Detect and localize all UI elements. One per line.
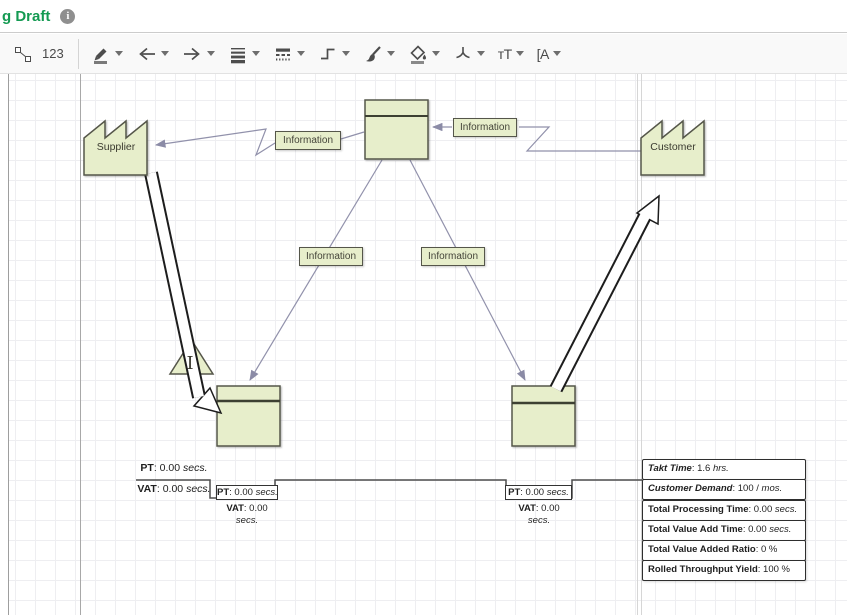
summary-row-total-value-add-time[interactable]: Total Value Add Time: 0.00 secs. <box>642 520 806 541</box>
chevron-down-icon <box>432 51 440 56</box>
chevron-down-icon <box>477 51 485 56</box>
timeline-vat-2: VAT: 0.00 secs. <box>206 503 288 527</box>
paint-bucket-icon <box>408 44 428 64</box>
line-width-icon <box>228 44 248 64</box>
style-brush-button[interactable] <box>363 44 395 64</box>
waypoints-button[interactable] <box>13 44 33 64</box>
info-edge-from-customer[interactable] <box>519 127 641 151</box>
timeline-pt-1: PT: 0.00 secs. <box>132 462 216 474</box>
arrow-start-button[interactable] <box>136 44 169 64</box>
summary-row-rolled-throughput-yield[interactable]: Rolled Throughput Yield: 100 % <box>642 560 806 581</box>
information-label-2[interactable]: Information <box>453 118 517 137</box>
line-color-button[interactable] <box>91 44 123 64</box>
elbow-connector-icon <box>318 44 338 64</box>
line-jump-icon <box>453 44 473 64</box>
diagram-canvas[interactable]: I Supplier Customer Information Informat… <box>0 74 847 615</box>
waypoints-icon <box>13 44 33 64</box>
summary-row-total-value-added-ratio[interactable]: Total Value Added Ratio: 0 % <box>642 540 806 561</box>
fill-color-button[interactable] <box>408 44 440 64</box>
font-size-button[interactable]: тT <box>498 46 524 62</box>
process-box-1[interactable] <box>217 386 280 446</box>
timeline-vat-1: VAT: 0.00 secs. <box>126 483 222 495</box>
summary-row-takt-time[interactable]: Takt Time: 1.6 hrs. <box>642 459 806 480</box>
timeline-vat-3: VAT: 0.00 secs. <box>498 503 580 527</box>
text-format-button[interactable]: [A <box>537 46 561 62</box>
chevron-down-icon <box>342 51 350 56</box>
inventory-symbol: I <box>186 353 193 374</box>
info-edge-from-control[interactable] <box>341 132 364 139</box>
information-label-3[interactable]: Information <box>299 247 363 266</box>
customer-factory-shape[interactable] <box>641 121 704 175</box>
shipment-arrow-process2-to-customer[interactable] <box>556 196 659 389</box>
arrow-right-icon <box>182 44 203 64</box>
production-control-box[interactable] <box>365 100 428 159</box>
summary-row-total-processing-time[interactable]: Total Processing Time: 0.00 secs. <box>642 500 806 521</box>
chevron-down-icon <box>297 51 305 56</box>
arrow-end-button[interactable] <box>182 44 215 64</box>
chevron-down-icon <box>115 51 123 56</box>
chevron-down-icon <box>207 51 215 56</box>
information-flow-edges[interactable] <box>156 127 641 380</box>
summary-row-customer-demand[interactable]: Customer Demand: 100 / mos. <box>642 479 806 500</box>
numbering-button[interactable]: 123 <box>42 46 64 61</box>
line-style-button[interactable] <box>273 44 305 64</box>
shipment-arrow-supplier-to-process1[interactable] <box>151 173 221 413</box>
arrow-left-icon <box>136 44 157 64</box>
process-box-2[interactable] <box>512 386 575 446</box>
timeline-pt-3: PT: 0.00 secs. <box>505 485 572 500</box>
info-edge-to-process2[interactable] <box>410 160 525 380</box>
line-width-button[interactable] <box>228 44 260 64</box>
brush-icon <box>363 44 383 64</box>
app-window: g Draft i 123 <box>0 0 847 615</box>
chevron-down-icon <box>161 51 169 56</box>
line-style-icon <box>273 44 293 64</box>
information-label-1[interactable]: Information <box>275 131 341 150</box>
chevron-down-icon <box>252 51 260 56</box>
chevron-down-icon <box>387 51 395 56</box>
toolbar-divider <box>78 39 79 69</box>
timeline-pt-2: PT: 0.00 secs. <box>216 485 278 500</box>
header-bar: g Draft i <box>0 0 847 33</box>
page-title: g Draft <box>2 8 50 25</box>
pencil-icon <box>91 44 111 64</box>
supplier-factory-shape[interactable] <box>84 121 147 175</box>
text-format-icon: [A <box>537 46 549 62</box>
info-icon[interactable]: i <box>60 9 75 24</box>
info-edge-to-supplier[interactable] <box>156 129 275 155</box>
toolbar: 123 <box>0 34 847 74</box>
chevron-down-icon <box>516 51 524 56</box>
info-edge-to-process1[interactable] <box>250 160 382 380</box>
information-label-4[interactable]: Information <box>421 247 485 266</box>
connector-style-button[interactable] <box>318 44 350 64</box>
line-jump-button[interactable] <box>453 44 485 64</box>
font-size-icon: тT <box>498 46 512 62</box>
chevron-down-icon <box>553 51 561 56</box>
